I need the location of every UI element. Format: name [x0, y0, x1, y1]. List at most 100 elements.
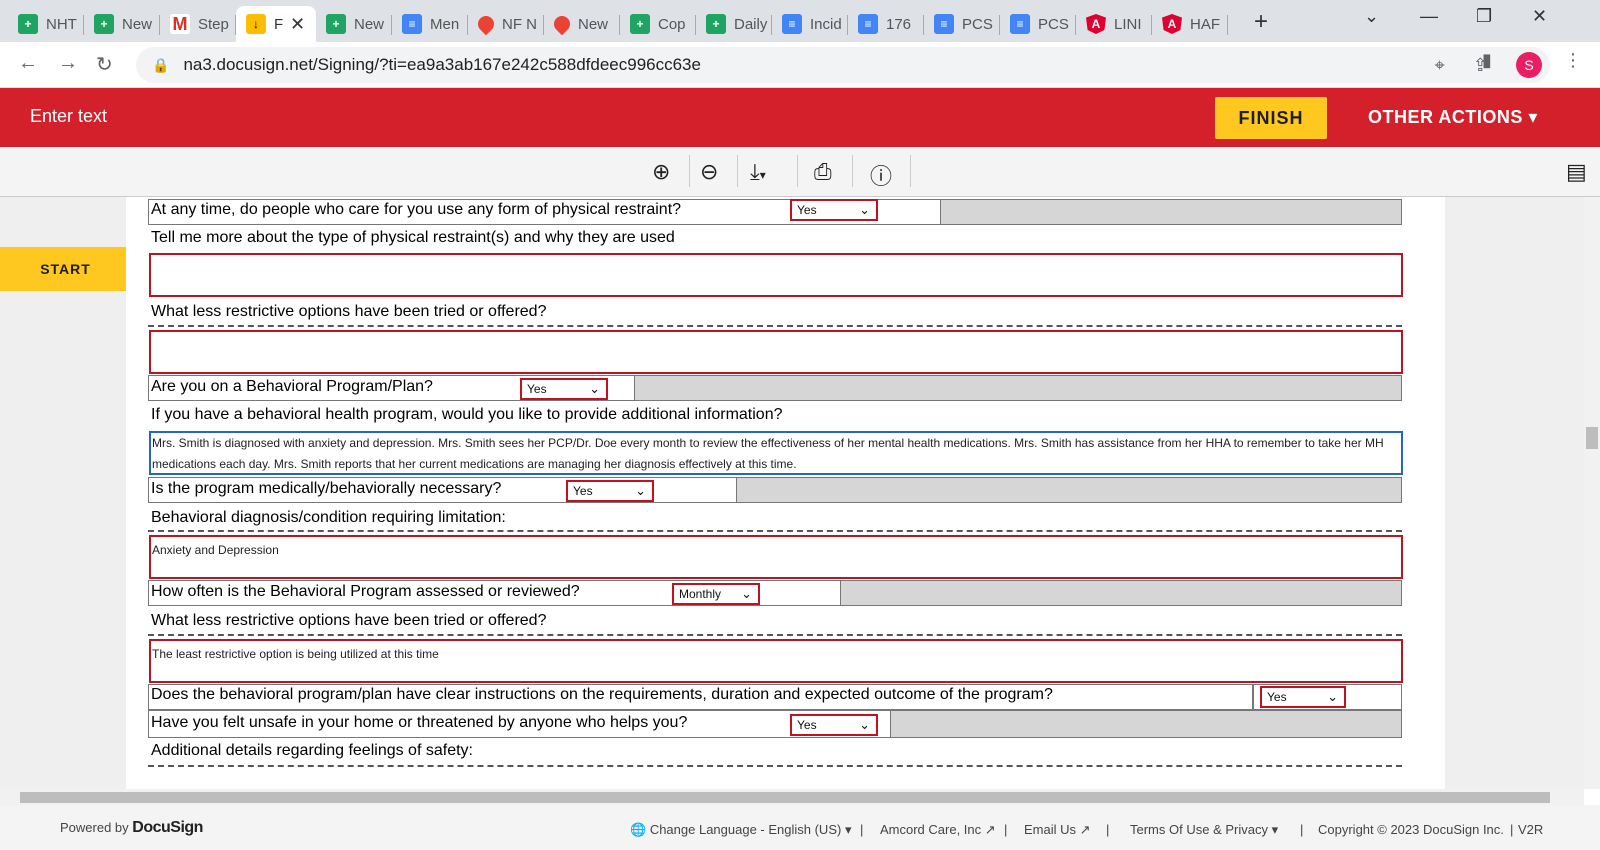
browser-tab[interactable]: New [544, 6, 620, 42]
document-toolbar: ⊕ ⊖ ⤓▾ ⎙ ⓘ ▤ [0, 147, 1600, 197]
url-text: na3.docusign.net/Signing/?ti=ea9a3ab167e… [183, 55, 701, 74]
question-clear-instructions: Does the behavioral program/plan have cl… [151, 686, 1053, 703]
signing-header: Enter text FINISH OTHER ACTIONS ▾ [0, 88, 1600, 147]
question-safety-details: Additional details regarding feelings of… [151, 742, 473, 759]
vertical-scrollbar[interactable] [1584, 197, 1600, 789]
sheets-icon: + [94, 14, 114, 34]
sheets-icon: + [706, 14, 726, 34]
tab-label: Cop [658, 15, 686, 33]
zoom-in-icon[interactable]: ⊕ [652, 159, 670, 185]
other-actions-menu[interactable]: OTHER ACTIONS ▾ [1368, 107, 1538, 128]
tab-label: New [122, 15, 153, 33]
email-us-link[interactable]: Email Us ↗ [1024, 822, 1091, 838]
avatar[interactable]: S [1516, 52, 1542, 78]
change-language-link[interactable]: 🌐 Change Language - English (US) ▾ [630, 822, 851, 838]
tab-label: NF N [502, 15, 537, 33]
docs-icon: ≡ [1010, 14, 1030, 34]
browser-tab[interactable]: ≡ PCS [924, 6, 1000, 42]
review-frequency-select[interactable]: Monthly ⌄ [672, 583, 760, 605]
start-button[interactable]: START [0, 247, 131, 291]
side-panel-icon[interactable]: ▮ [1482, 50, 1492, 71]
clear-instructions-select[interactable]: Yes ⌄ [1260, 686, 1346, 708]
browser-tab[interactable]: + New [84, 6, 160, 42]
tab-label: 176 [886, 15, 912, 33]
browser-tab[interactable]: ↓ F ✕ [236, 6, 316, 42]
browser-tab[interactable]: ≡ Men [392, 6, 468, 42]
behavioral-program-select-value: Yes [527, 382, 547, 396]
divider: | [1106, 822, 1110, 837]
chevron-down-icon: ⌄ [635, 483, 646, 498]
back-icon[interactable]: ← [18, 52, 38, 75]
felt-unsafe-select[interactable]: Yes ⌄ [790, 714, 878, 736]
tab-label: F [274, 15, 284, 33]
clear-instructions-select-value: Yes [1267, 690, 1287, 704]
browser-tab[interactable]: + Daily [696, 6, 772, 42]
print-icon[interactable]: ⎙ [814, 159, 832, 185]
reload-icon[interactable]: ↻ [96, 52, 113, 77]
tab-label: Men [430, 15, 460, 33]
help-icon[interactable]: ⓘ [870, 159, 892, 191]
question-additional-info: If you have a behavioral health program,… [151, 406, 783, 423]
tab-label: Step [198, 15, 229, 33]
close-window-icon[interactable]: ✕ [1532, 6, 1547, 27]
terms-link[interactable]: Terms Of Use & Privacy ▾ [1130, 822, 1278, 838]
forward-icon[interactable]: → [58, 52, 78, 75]
question-restraint-details: Tell me more about the type of physical … [151, 229, 675, 246]
browser-toolbar: ← → ↻ 🔒 na3.docusign.net/Signing/?ti=ea9… [0, 42, 1600, 88]
finish-button[interactable]: FINISH [1215, 97, 1327, 139]
less-restrictive-textbox-1[interactable] [149, 330, 1403, 374]
browser-tab[interactable]: A LINI [1076, 6, 1152, 42]
diagnosis-textbox[interactable]: Anxiety and Depression [149, 535, 1403, 579]
sheets-icon: + [630, 14, 650, 34]
less-restrictive-textbox-2[interactable]: The least restrictive option is being ut… [149, 639, 1403, 683]
browser-tab[interactable]: NF N [468, 6, 544, 42]
document-panel-icon[interactable]: ▤ [1566, 159, 1587, 185]
browser-tab[interactable]: ≡ Incid [772, 6, 848, 42]
browser-tab[interactable]: ≡ 176 [848, 6, 924, 42]
divider: | [1510, 822, 1514, 837]
medically-necessary-select[interactable]: Yes ⌄ [566, 480, 654, 502]
review-frequency-select-value: Monthly [679, 587, 722, 601]
chevron-down-icon: ⌄ [1327, 689, 1338, 704]
restraint-select[interactable]: Yes ⌄ [790, 199, 878, 221]
gmail-icon: M [170, 14, 190, 34]
horizontal-scrollbar[interactable] [0, 789, 1584, 805]
tab-label: LINI [1114, 15, 1142, 33]
browser-tab[interactable]: ≡ PCS [1000, 6, 1076, 42]
change-language-label: Change Language - English (US) [649, 822, 842, 837]
behavioral-program-select[interactable]: Yes ⌄ [520, 378, 608, 400]
email-us-label: Email Us [1024, 822, 1077, 837]
download-icon[interactable]: ⤓▾ [750, 159, 766, 185]
chevron-down-icon: ⌄ [859, 717, 870, 732]
footer: Powered by DocuSign 🌐 Change Language - … [0, 805, 1600, 850]
question-behavioral-program: Are you on a Behavioral Program/Plan? [151, 378, 433, 395]
zoom-out-icon[interactable]: ⊖ [700, 159, 718, 185]
browser-tab[interactable]: M Step [160, 6, 236, 42]
company-link[interactable]: Amcord Care, Inc ↗ [880, 822, 996, 838]
document-page: At any time, do people who care for you … [126, 197, 1445, 789]
additional-info-textbox[interactable]: Mrs. Smith is diagnosed with anxiety and… [149, 431, 1403, 475]
restore-icon[interactable]: ❐ [1476, 6, 1492, 27]
browser-tab[interactable]: A HAF [1152, 6, 1228, 42]
docs-icon: ≡ [782, 14, 802, 34]
browser-tab[interactable]: + Cop [620, 6, 696, 42]
globe-icon: 🌐 [630, 822, 647, 837]
location-icon[interactable]: ⌖ [1435, 55, 1445, 76]
close-tab-icon[interactable]: ✕ [290, 14, 305, 35]
sheets-icon: + [18, 14, 38, 34]
browser-tab[interactable]: + NHT [8, 6, 84, 42]
address-bar[interactable]: 🔒 na3.docusign.net/Signing/?ti=ea9a3ab16… [136, 47, 1550, 83]
powered-by: Powered by DocuSign [60, 819, 203, 837]
tab-label: New [578, 15, 609, 33]
minimize-icon[interactable]: — [1420, 6, 1438, 27]
version: V2R [1518, 822, 1544, 837]
maps-pin-icon [550, 12, 574, 36]
browser-tab[interactable]: + New [316, 6, 392, 42]
caret-down-icon: ▾ [1528, 107, 1538, 127]
new-tab-button[interactable]: + [1254, 8, 1268, 36]
question-felt-unsafe: Have you felt unsafe in your home or thr… [151, 714, 688, 731]
menu-kebab-icon[interactable]: ⋮ [1564, 50, 1582, 71]
restraint-details-textbox[interactable] [149, 253, 1403, 297]
tab-search-icon[interactable]: ⌄ [1364, 6, 1379, 27]
medically-necessary-select-value: Yes [573, 484, 593, 498]
